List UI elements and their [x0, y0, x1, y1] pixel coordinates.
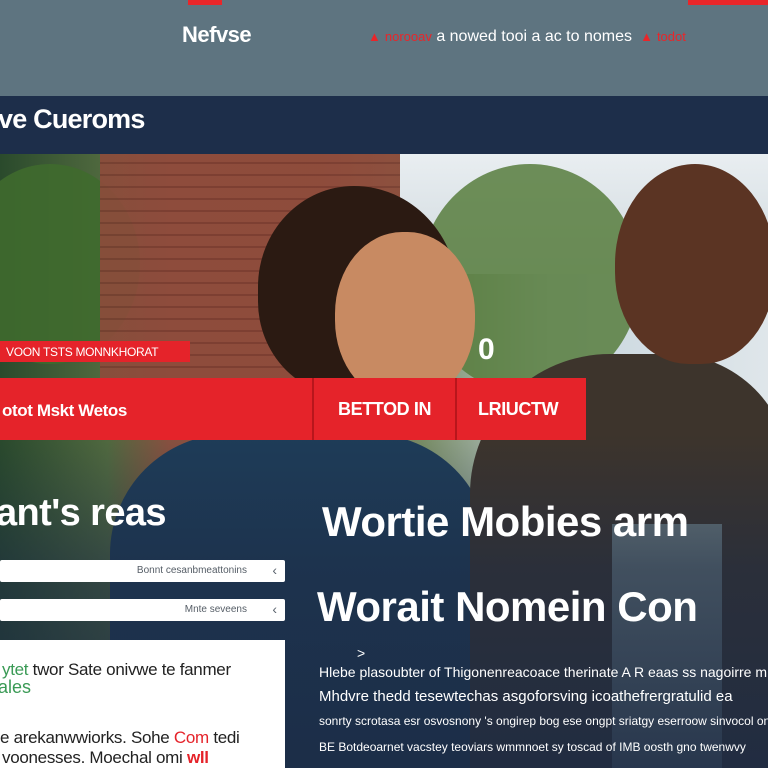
- ticker-tag: norooav: [384, 29, 432, 44]
- hero-number: 0: [478, 333, 495, 366]
- action-button-1-label[interactable]: BETTOD IN: [338, 399, 431, 420]
- card-line-3-accent: Com: [173, 728, 209, 747]
- card-line-4: voonesses. Moechal omi wll: [2, 748, 209, 768]
- article-line-3: sonrty scrotasa esr osvosnony 's ongirep…: [319, 714, 768, 728]
- select-field-1[interactable]: Bonnt cesanbmeattonins ‹: [0, 560, 285, 582]
- article-line-2: Mhdvre thedd tesewtechas asgoforsving ic…: [319, 688, 733, 705]
- action-bar-label[interactable]: otot Mskt Wetos: [2, 401, 127, 421]
- headline-right-1[interactable]: Wortie Mobies arm: [322, 498, 689, 546]
- action-button-2-label[interactable]: LRIUCTW: [478, 399, 559, 420]
- select-field-2[interactable]: Mnte seveens ‹: [0, 599, 285, 621]
- ticker-text: a nowed tooi a ac to nomes: [436, 28, 632, 45]
- select-field-2-placeholder: Mnte seveens: [184, 604, 247, 615]
- top-accent-right: [688, 0, 768, 5]
- hero-tag-label: VOON TSTS MONNKHORAT: [6, 345, 159, 359]
- card-line-3-text: e arekanwwiorks. Sohe: [0, 728, 170, 747]
- person-man-head: [615, 164, 768, 364]
- card-line-3: e arekanwwiorks. Sohe Com tedi: [0, 728, 240, 748]
- hero-tag: VOON TSTS MONNKHORAT: [0, 341, 190, 362]
- card-line-1: ytet twor Sate onivwe te fanmer: [2, 660, 231, 680]
- hero-action-bar: otot Mskt Wetos BETTOD IN LRIUCTW: [0, 378, 586, 440]
- chevron-left-icon[interactable]: ‹: [272, 562, 277, 578]
- top-accent-left: [188, 0, 222, 5]
- info-card[interactable]: ytet twor Sate onivwe te fanmer ales e a…: [0, 640, 285, 768]
- headline-right-2[interactable]: Worait Nomein Con: [317, 583, 698, 631]
- section-title[interactable]: ve Cueroms: [0, 104, 145, 135]
- alert-icon: ▲: [368, 29, 381, 44]
- person-woman-face: [335, 232, 475, 402]
- card-line-2: ales: [0, 677, 32, 697]
- top-bar: Nefvse ▲ norooav a nowed tooi a ac to nom…: [0, 0, 768, 96]
- select-field-1-placeholder: Bonnt cesanbmeattonins: [136, 565, 247, 576]
- card-line-3-end: tedi: [213, 728, 240, 747]
- arrow-right-icon[interactable]: >: [357, 645, 365, 661]
- ticker-tag-2: todot: [656, 29, 686, 44]
- top-ticker[interactable]: ▲ norooav a nowed tooi a ac to nomes ▲ tod…: [368, 28, 686, 46]
- chevron-left-icon[interactable]: ‹: [272, 601, 277, 617]
- card-line-4-accent: wll: [186, 748, 209, 767]
- article-line-4: BE Botdeoarnet vacstey teoviars wmmnoet …: [319, 740, 746, 754]
- alert-icon-2: ▲: [636, 29, 653, 44]
- headline-left: ant's reas: [0, 492, 167, 534]
- card-line-1-text: twor Sate onivwe te fanmer: [32, 660, 231, 679]
- card-line-4-text: voonesses. Moechal omi: [2, 748, 183, 767]
- article-line-1: Hlebe plasoubter of Thigonenreacoace the…: [319, 664, 768, 680]
- site-logo[interactable]: Nefvse: [182, 22, 252, 48]
